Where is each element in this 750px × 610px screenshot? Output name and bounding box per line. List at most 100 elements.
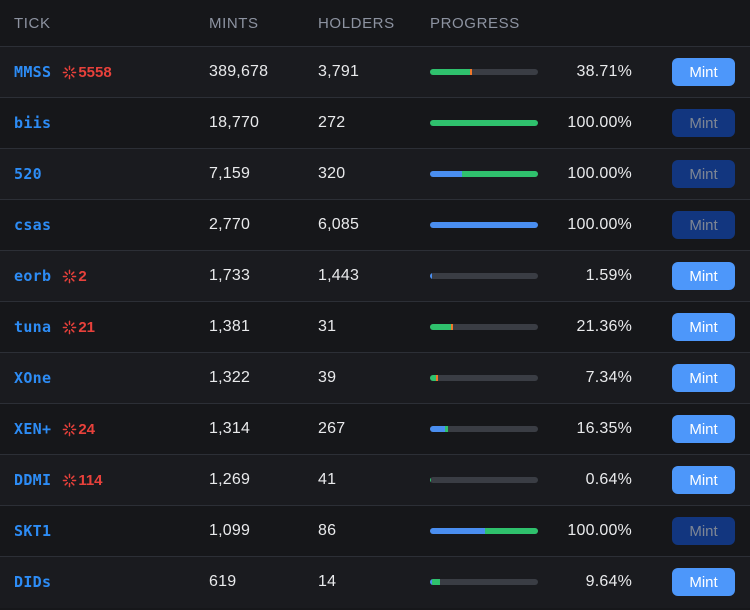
table-row[interactable]: XEN+ 24 1,314 267 16.35% Mint (0, 404, 750, 455)
tick-cell: biis (14, 98, 51, 148)
tick-symbol[interactable]: tuna (14, 318, 51, 336)
mint-count-value: 24 (78, 420, 96, 438)
progress-percent: 7.34% (585, 369, 632, 386)
mints-value: 1,322 (209, 369, 251, 386)
holders-cell: 1,443 (318, 251, 359, 301)
column-header-holders[interactable]: HOLDERS (318, 0, 395, 46)
action-cell: Mint (672, 455, 735, 505)
mints-cell: 1,322 (209, 353, 250, 403)
progress-segment-orange (435, 375, 438, 381)
tick-symbol[interactable]: csas (14, 216, 51, 234)
mint-button[interactable]: Mint (672, 313, 735, 341)
mint-button[interactable]: Mint (672, 415, 735, 443)
progress-percent: 1.59% (585, 267, 632, 284)
tick-symbol[interactable]: eorb (14, 267, 51, 285)
progress-percent: 21.36% (576, 318, 632, 335)
mints-value: 7,159 (209, 165, 251, 182)
mint-count-badge: 5558 (62, 64, 112, 81)
table-row[interactable]: biis 18,770 272 100.00% Mint (0, 98, 750, 149)
progress-percent: 100.00% (567, 522, 632, 539)
action-cell: Mint (672, 98, 735, 148)
progress-segment-blue (430, 222, 538, 228)
mint-count-value: 114 (78, 471, 103, 489)
progress-cell: 100.00% (430, 149, 658, 199)
progress-bar (430, 120, 538, 126)
holders-cell: 31 (318, 302, 336, 352)
holders-cell: 41 (318, 455, 336, 505)
tick-cell: eorb 2 (14, 251, 87, 301)
mint-button[interactable]: Mint (672, 58, 735, 86)
progress-bar (430, 426, 538, 432)
table-header-row: TICK MINTS HOLDERS PROGRESS (0, 0, 750, 47)
progress-percent: 38.71% (576, 63, 632, 80)
table-row[interactable]: SKT1 1,099 86 100.00% Mint (0, 506, 750, 557)
action-cell: Mint (672, 557, 735, 607)
sparkle-icon (62, 320, 77, 334)
column-header-tick[interactable]: TICK (14, 0, 51, 46)
progress-bar (430, 477, 538, 483)
holders-value: 320 (318, 165, 346, 182)
holders-cell: 14 (318, 557, 336, 607)
holders-cell: 86 (318, 506, 336, 556)
progress-segment-green (430, 69, 470, 75)
progress-cell: 7.34% (430, 353, 658, 403)
mint-button[interactable]: Mint (672, 466, 735, 494)
mints-value: 1,269 (209, 471, 251, 488)
table-row[interactable]: XOne 1,322 39 7.34% Mint (0, 353, 750, 404)
column-header-progress[interactable]: PROGRESS (430, 0, 520, 46)
holders-cell: 272 (318, 98, 345, 148)
holders-value: 3,791 (318, 63, 360, 80)
table-row[interactable]: MMSS 5558 389,678 3,791 38.71% Mint (0, 47, 750, 98)
tick-symbol[interactable]: biis (14, 114, 51, 132)
progress-segment-orange (450, 324, 454, 330)
table-row[interactable]: eorb 2 1,733 1,443 1.59% Mint (0, 251, 750, 302)
mints-value: 1,381 (209, 318, 251, 335)
progress-percent: 0.64% (585, 471, 632, 488)
tick-symbol[interactable]: 520 (14, 165, 42, 183)
mint-count-badge: 24 (62, 421, 95, 438)
mints-cell: 7,159 (209, 149, 250, 199)
action-cell: Mint (672, 353, 735, 403)
table-row[interactable]: 520 7,159 320 100.00% Mint (0, 149, 750, 200)
mints-value: 1,099 (209, 522, 251, 539)
column-header-mints[interactable]: MINTS (209, 0, 259, 46)
holders-value: 267 (318, 420, 346, 437)
mints-value: 18,770 (209, 114, 260, 131)
mints-cell: 1,099 (209, 506, 250, 556)
progress-bar (430, 375, 538, 381)
mint-button[interactable]: Mint (672, 262, 735, 290)
tick-symbol[interactable]: XEN+ (14, 420, 51, 438)
tick-symbol[interactable]: XOne (14, 369, 51, 387)
progress-cell: 1.59% (430, 251, 658, 301)
progress-segment-green (485, 528, 538, 534)
progress-segment-green (462, 171, 538, 177)
tick-symbol[interactable]: DDMI (14, 471, 51, 489)
action-cell: Mint (672, 404, 735, 454)
progress-percent: 100.00% (567, 114, 632, 131)
holders-value: 14 (318, 573, 337, 590)
tick-symbol[interactable]: SKT1 (14, 522, 51, 540)
mint-button[interactable]: Mint (672, 568, 735, 596)
sparkle-icon (62, 422, 77, 436)
progress-bar (430, 171, 538, 177)
table-row[interactable]: csas 2,770 6,085 100.00% Mint (0, 200, 750, 251)
progress-cell: 9.64% (430, 557, 658, 607)
mints-value: 1,314 (209, 420, 251, 437)
holders-value: 272 (318, 114, 346, 131)
mints-cell: 1,733 (209, 251, 250, 301)
table-row[interactable]: tuna 21 1,381 31 21.36% Mint (0, 302, 750, 353)
progress-percent: 100.00% (567, 165, 632, 182)
table-row[interactable]: DIDs 619 14 9.64% Mint (0, 557, 750, 608)
mint-button[interactable]: Mint (672, 364, 735, 392)
progress-segment-blue (430, 171, 463, 177)
tick-cell: SKT1 (14, 506, 51, 556)
progress-bar (430, 222, 538, 228)
mint-count-value: 2 (78, 267, 87, 285)
progress-percent: 16.35% (576, 420, 632, 437)
sparkle-icon (62, 269, 77, 283)
table-row[interactable]: DDMI 114 1,269 41 0.64% Mint (0, 455, 750, 506)
action-cell: Mint (672, 47, 735, 97)
holders-value: 1,443 (318, 267, 360, 284)
tick-symbol[interactable]: DIDs (14, 573, 51, 591)
tick-symbol[interactable]: MMSS (14, 63, 51, 81)
